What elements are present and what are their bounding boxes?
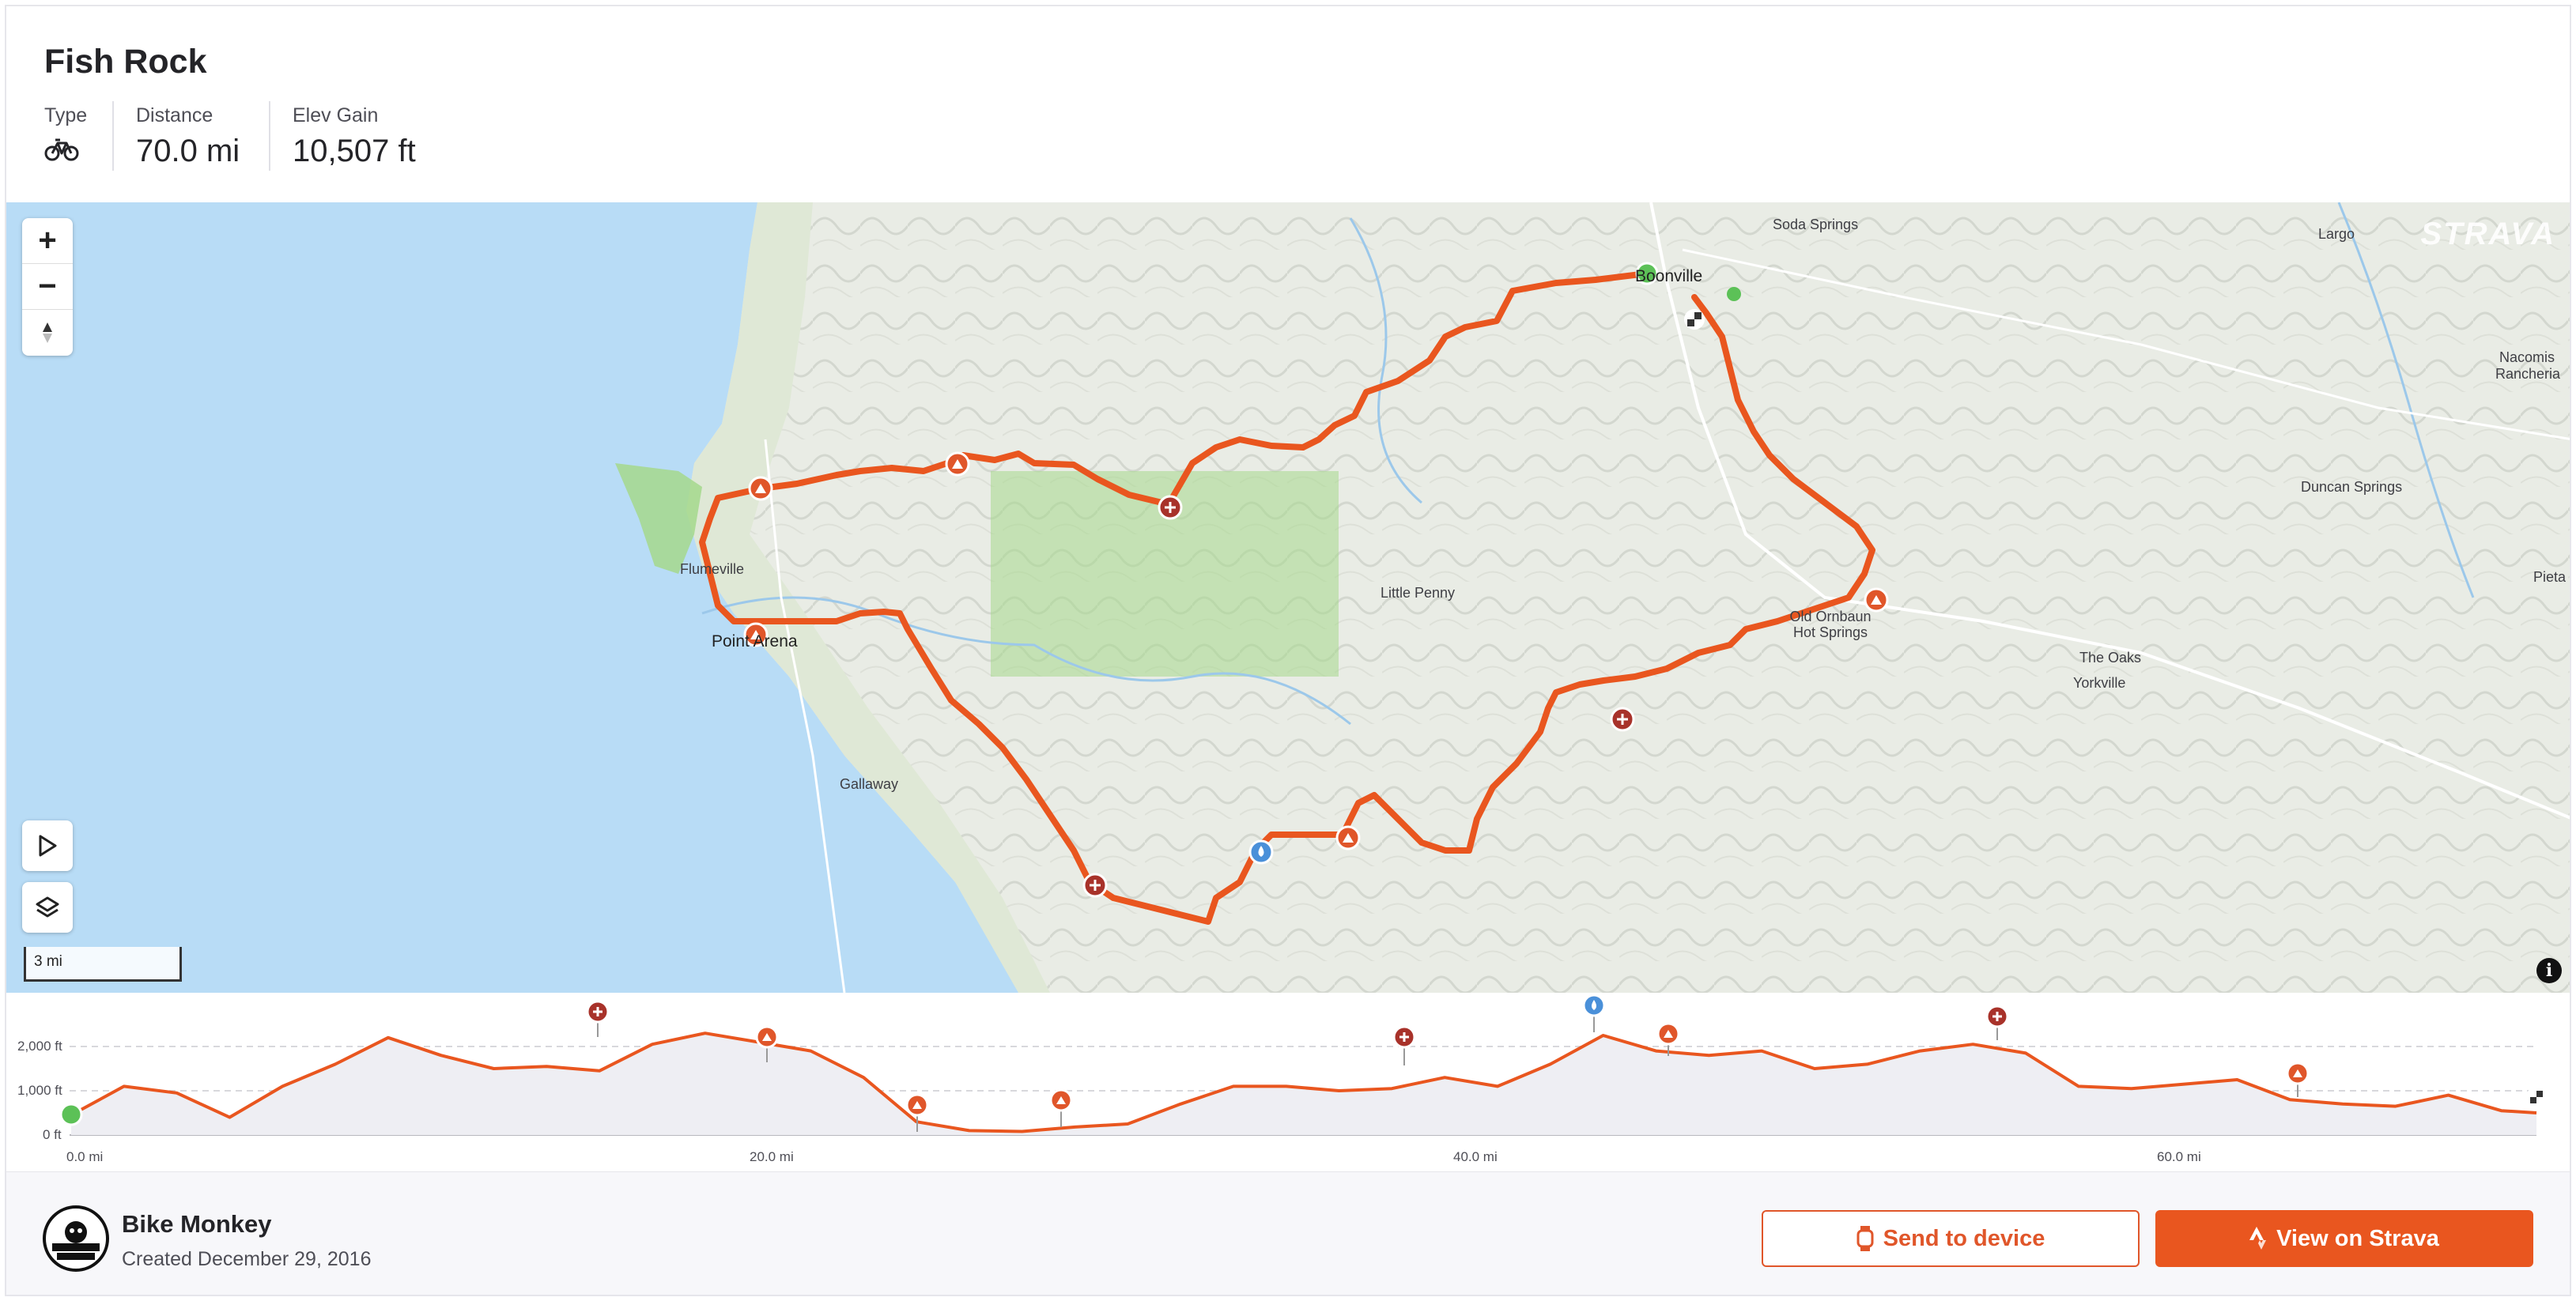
bike-monkey-logo (47, 1210, 104, 1267)
map-label-point-arena: Point Arena (712, 632, 798, 650)
stat-type-label: Type (44, 104, 88, 126)
send-to-device-button[interactable]: Send to device (1762, 1210, 2140, 1267)
route-title: Fish Rock (44, 43, 207, 81)
view-on-strava-button[interactable]: View on Strava (2155, 1210, 2533, 1267)
start-marker-icon (59, 1103, 83, 1126)
map-label-gallaway: Gallaway (840, 776, 899, 792)
route-card: Fish Rock Type Distance 70.0 mi Elev Gai… (5, 5, 2571, 1296)
view-on-strava-label: View on Strava (2276, 1225, 2439, 1251)
elevation-x-tick: 60.0 mi (2157, 1149, 2201, 1164)
first-aid-icon (586, 1000, 610, 1037)
send-to-device-label: Send to device (1883, 1225, 2045, 1251)
created-date: Created December 29, 2016 (122, 1248, 372, 1270)
layers-icon (36, 896, 59, 918)
elevation-y-tick: 1,000 ft (17, 1083, 62, 1098)
stat-elev-gain-value: 10,507 ft (293, 134, 416, 168)
zoom-controls: + − (22, 218, 73, 356)
finish-flag-icon (2526, 1087, 2547, 1107)
climb-icon (1335, 825, 1361, 850)
elevation-y-tick: 2,000 ft (17, 1039, 62, 1054)
elevation-x-tick: 40.0 mi (1453, 1149, 1498, 1164)
climb-icon (945, 451, 970, 477)
author-name[interactable]: Bike Monkey (122, 1210, 272, 1239)
strava-icon (2249, 1227, 2267, 1250)
map-label-soda-springs: Soda Springs (1773, 217, 1859, 232)
elevation-y-tick: 0 ft (43, 1127, 62, 1142)
compass-icon[interactable] (22, 310, 73, 356)
water-icon (1248, 839, 1274, 865)
route-footer: Bike Monkey Created December 29, 2016 Se… (6, 1171, 2570, 1295)
climb-icon (2286, 1062, 2310, 1097)
map-label-duncan-springs: Duncan Springs (2301, 479, 2403, 495)
stat-distance: Distance 70.0 mi (136, 104, 240, 169)
stat-distance-label: Distance (136, 104, 213, 126)
water-icon (1582, 994, 1606, 1032)
map-label-the-oaks: The Oaks (2079, 650, 2142, 666)
first-aid-icon (1082, 873, 1108, 898)
bicycle-icon (44, 137, 87, 166)
first-aid-icon (1985, 1005, 2009, 1040)
stat-type: Type (44, 104, 87, 166)
climb-icon (1049, 1088, 1073, 1127)
avatar[interactable] (43, 1205, 109, 1272)
stat-elev-gain: Elev Gain 10,507 ft (293, 104, 416, 169)
map-label-largo: Largo (2318, 226, 2355, 242)
finish-flag-icon (1684, 309, 1705, 330)
map-label-boonville: Boonville (1635, 267, 1703, 285)
climb-icon (748, 476, 773, 501)
zoom-in-icon[interactable]: + (22, 218, 73, 264)
play-icon (39, 835, 57, 857)
layers-button[interactable] (22, 882, 73, 933)
first-aid-icon (1610, 707, 1635, 732)
map-base (6, 202, 2570, 993)
map-label-old-ornbaun: Old Ornbaun Hot Springs (1789, 609, 1872, 640)
play-button[interactable] (22, 820, 73, 871)
map-label-pieta: Pieta (2533, 569, 2567, 585)
elevation-chart (59, 994, 2547, 1136)
stat-divider (269, 101, 270, 171)
elevation-x-tick: 0.0 mi (66, 1149, 104, 1164)
stat-elev-gain-label: Elev Gain (293, 104, 379, 126)
scale-bar: 3 mi (24, 947, 182, 982)
map-label-yorkville: Yorkville (2073, 675, 2126, 691)
map-label-flumeville: Flumeville (680, 561, 745, 577)
climb-icon (1864, 587, 1889, 613)
zoom-out-icon[interactable]: − (22, 264, 73, 310)
elevation-x-tick: 20.0 mi (750, 1149, 794, 1164)
route-map[interactable]: Boonville Soda Springs Largo Nacomis Ran… (6, 202, 2570, 993)
stat-divider (112, 101, 114, 171)
stat-distance-value: 70.0 mi (136, 134, 240, 168)
map-label-little-penny: Little Penny (1381, 585, 1456, 601)
info-icon[interactable]: i (2536, 958, 2562, 983)
strava-logo: STRAVA (2420, 217, 2555, 251)
map-label-nacomis: Nacomis Rancheria (2495, 349, 2561, 382)
elevation-profile[interactable]: 2,000 ft 1,000 ft 0 ft 0.0 mi 20.0 mi 40… (6, 993, 2570, 1171)
first-aid-icon (1158, 495, 1183, 520)
watch-icon (1856, 1226, 1874, 1251)
